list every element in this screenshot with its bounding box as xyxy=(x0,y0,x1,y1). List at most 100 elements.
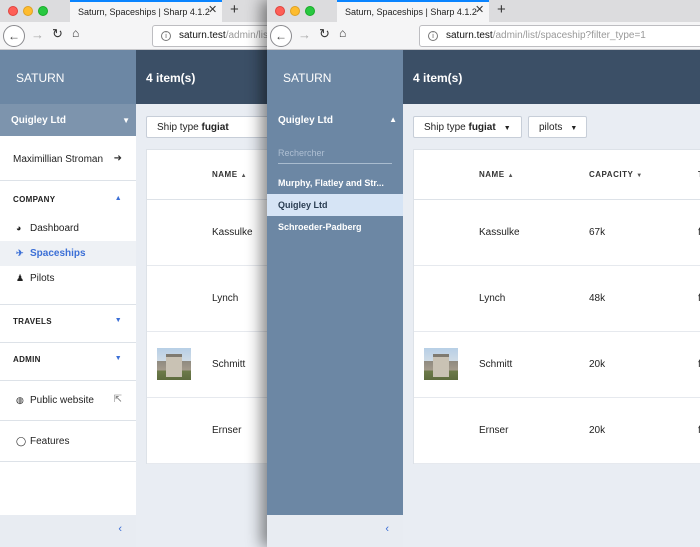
dashboard-icon: ◕ xyxy=(16,223,22,233)
table-row[interactable]: Schmitt 20k f xyxy=(414,332,700,398)
info-icon[interactable]: i xyxy=(161,31,171,41)
table-row[interactable]: Kassulke 67k f xyxy=(414,200,700,266)
sort-icon: ▼ xyxy=(636,173,643,179)
cell-name: Schmitt xyxy=(212,359,246,370)
filter-value: fugiat xyxy=(468,122,496,133)
new-tab-icon[interactable]: + xyxy=(497,1,506,18)
minimize-window-icon[interactable] xyxy=(290,6,300,16)
tenant-option-selected[interactable]: Quigley Ltd xyxy=(267,194,403,216)
sidebar-item-pilots[interactable]: ♟ Pilots xyxy=(0,266,136,291)
sidebar-item-features[interactable]: ◯ Features xyxy=(0,429,136,454)
cell-name: Ernser xyxy=(212,425,242,436)
tenant-select[interactable]: Quigley Ltd ▲ xyxy=(267,104,403,136)
collapse-sidebar-icon[interactable]: ‹ xyxy=(118,523,122,535)
table-row[interactable]: Lynch 48k f xyxy=(414,266,700,332)
screenshot-stage: Saturn, Spaceships | Sharp 4.1.2 ✕ + ← →… xyxy=(0,0,700,547)
tab-close-icon[interactable]: ✕ xyxy=(208,3,217,16)
forward-icon[interactable]: → xyxy=(31,27,44,42)
sidebar-item-dashboard[interactable]: ◕ Dashboard xyxy=(0,216,136,241)
sidebar-item-spaceships[interactable]: ✈ Spaceships xyxy=(0,241,136,266)
url-path: /admin/list/spaceship?filter_type=1 xyxy=(492,30,646,41)
browser-tab[interactable]: Saturn, Spaceships | Sharp 4.1.2 xyxy=(70,0,222,22)
column-name-label: NAME xyxy=(479,170,505,179)
section-company[interactable]: COMPANY ▲ xyxy=(0,195,136,215)
cell-capacity: 67k xyxy=(589,227,606,238)
company-menu: ◕ Dashboard ✈ Spaceships ♟ Pilots xyxy=(0,216,136,291)
item-count: 4 item(s) xyxy=(403,50,700,104)
cell-capacity: 48k xyxy=(589,293,606,304)
reload-icon[interactable]: ↻ xyxy=(319,26,330,42)
speech-bubble-icon: ◯ xyxy=(16,436,27,446)
table-row[interactable]: Ernser 20k f xyxy=(414,398,700,464)
caret-down-icon: ▼ xyxy=(122,116,130,125)
forward-icon[interactable]: → xyxy=(298,27,311,42)
cell-capacity: 20k xyxy=(589,425,606,436)
sort-asc-icon: ▲ xyxy=(240,173,248,179)
tenant-select[interactable]: Quigley Ltd ▼ xyxy=(0,104,136,136)
browser-tab[interactable]: Saturn, Spaceships | Sharp 4.1.2 xyxy=(337,0,489,22)
close-window-icon[interactable] xyxy=(8,6,18,16)
tenant-search-input[interactable]: Rechercher xyxy=(278,146,392,164)
back-icon[interactable]: ← xyxy=(270,25,292,47)
tab-close-icon[interactable]: ✕ xyxy=(475,3,484,16)
cell-name: Kassulke xyxy=(212,227,253,238)
section-travels-label: TRAVELS xyxy=(13,317,52,326)
info-icon[interactable]: i xyxy=(428,31,438,41)
filter-label: pilots xyxy=(539,122,563,133)
column-name-header[interactable]: NAME ▲ xyxy=(212,170,247,179)
home-icon[interactable]: ⌂ xyxy=(72,26,79,40)
sidebar-footer: ‹ xyxy=(267,515,403,547)
column-name-header[interactable]: NAME ▲ xyxy=(479,170,514,179)
sidebar-item-public-website[interactable]: ◍ Public website ⇱ xyxy=(0,388,136,413)
filter-value: fugiat xyxy=(201,122,229,133)
back-icon[interactable]: ← xyxy=(3,25,25,47)
cell-name: Kassulke xyxy=(479,227,520,238)
column-capacity-header[interactable]: CAPACITY ▼ xyxy=(589,170,643,179)
dropdown-spacer xyxy=(267,164,403,172)
collapse-sidebar-icon[interactable]: ‹ xyxy=(385,523,389,535)
ship-type-filter[interactable]: Ship type fugiat xyxy=(146,116,276,138)
logout-icon[interactable]: ➜ xyxy=(114,153,122,164)
address-field[interactable]: i saturn.test/admin/list/spaceship?filter… xyxy=(419,25,700,47)
section-company-label: COMPANY xyxy=(13,195,56,204)
section-travels[interactable]: TRAVELS ▼ xyxy=(13,317,136,326)
divider xyxy=(0,420,136,421)
cell-name: Lynch xyxy=(479,293,506,304)
section-admin[interactable]: ADMIN ▼ xyxy=(13,355,136,364)
ship-type-filter[interactable]: Ship type fugiat ▼ xyxy=(413,116,522,138)
cell-name: Schmitt xyxy=(479,359,513,370)
section-admin-label: ADMIN xyxy=(13,355,41,364)
sidebar-footer: ‹ xyxy=(0,515,136,547)
pilots-filter[interactable]: pilots ▼ xyxy=(528,116,587,138)
external-link-icon: ⇱ xyxy=(113,394,122,405)
user-row: Maximillian Stroman ➜ xyxy=(0,136,136,181)
chevron-up-icon: ▲ xyxy=(114,195,122,202)
maximize-window-icon[interactable] xyxy=(38,6,48,16)
new-tab-icon[interactable]: + xyxy=(230,1,239,18)
browser-window-2: Saturn, Spaceships | Sharp 4.1.2 ✕ + ← →… xyxy=(267,0,700,547)
sort-asc-icon: ▲ xyxy=(507,173,515,179)
reload-icon[interactable]: ↻ xyxy=(52,26,63,42)
url-host: saturn.test xyxy=(446,30,493,41)
close-window-icon[interactable] xyxy=(275,6,285,16)
sidebar: Quigley Ltd ▼ Maximillian Stroman ➜ COMP… xyxy=(0,104,136,547)
tenant-option[interactable]: Schroeder-Padberg xyxy=(267,216,403,238)
divider xyxy=(0,304,136,305)
sidebar-item-label: Public website xyxy=(30,395,94,406)
main-content: Ship type fugiat ▼ pilots ▼ NAME ▲ CAPACITY… xyxy=(403,104,700,547)
data-table: NAME▲ CAPACITY▼ T Kassulke 67k f Lynch 4… xyxy=(413,149,700,464)
brand-title[interactable]: SATURN xyxy=(267,50,403,104)
brand-title[interactable]: SATURN xyxy=(0,50,136,104)
column-capacity-label: CAPACITY xyxy=(589,170,634,179)
tenant-option[interactable]: Murphy, Flatley and Str... xyxy=(267,172,403,194)
home-icon[interactable]: ⌂ xyxy=(339,26,346,40)
maximize-window-icon[interactable] xyxy=(305,6,315,16)
tenant-name: Quigley Ltd xyxy=(11,115,66,126)
divider xyxy=(0,342,136,343)
user-icon: ♟ xyxy=(16,273,25,283)
url-bar: ← → ↻ ⌂ i saturn.test/admin/list/spaceshi… xyxy=(267,22,700,50)
filter-label: Ship type xyxy=(157,122,199,133)
minimize-window-icon[interactable] xyxy=(23,6,33,16)
user-name: Maximillian Stroman xyxy=(13,154,104,165)
tab-title: Saturn, Spaceships | Sharp 4.1.2 xyxy=(78,7,210,17)
